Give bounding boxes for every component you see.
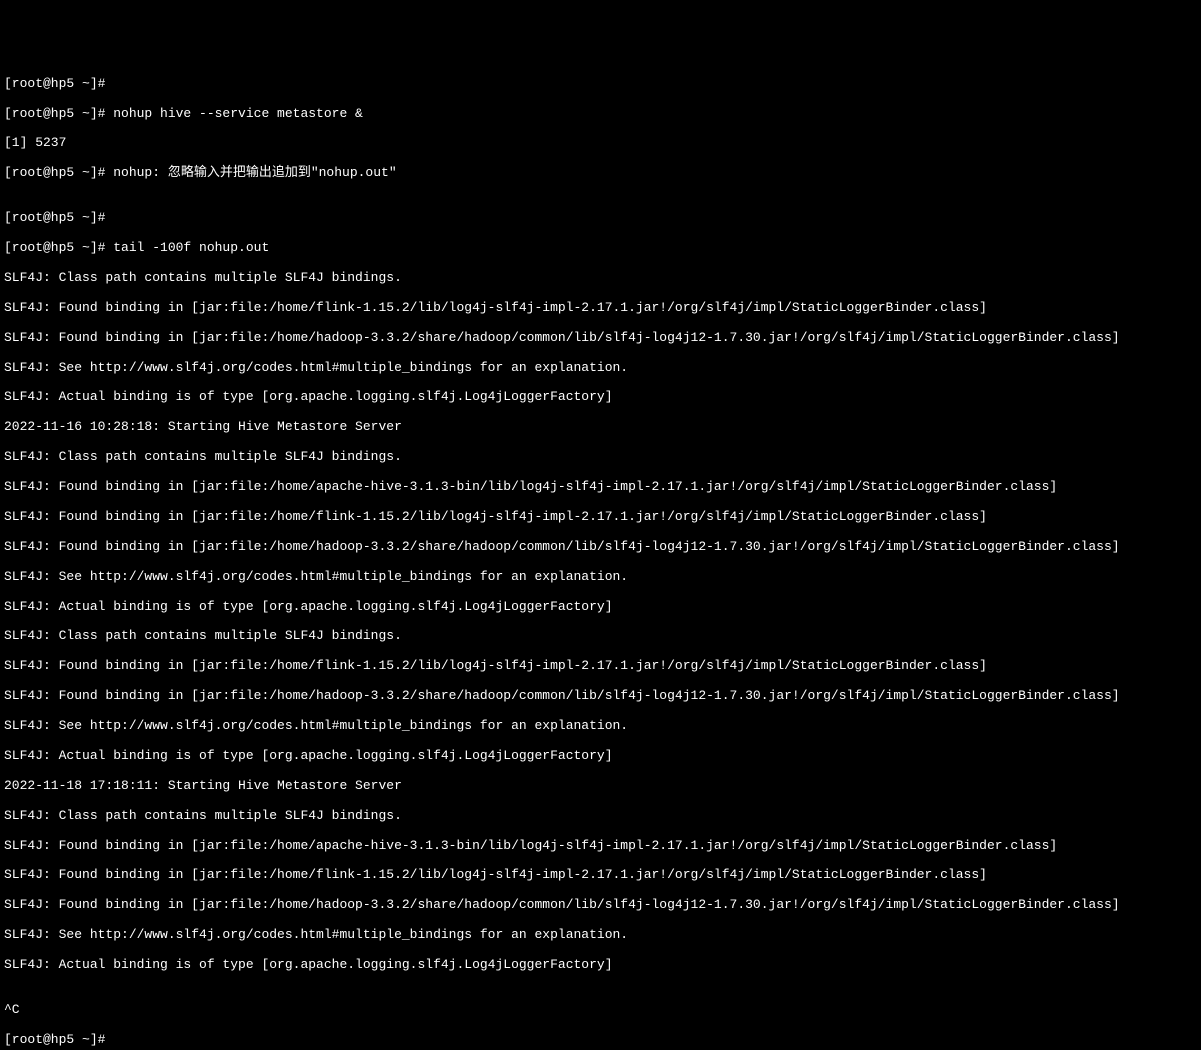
terminal-line: 2022-11-18 17:18:11: Starting Hive Metas…	[4, 779, 1197, 794]
terminal-line: SLF4J: Class path contains multiple SLF4…	[4, 809, 1197, 824]
terminal-line: SLF4J: Found binding in [jar:file:/home/…	[4, 689, 1197, 704]
terminal-output[interactable]: [root@hp5 ~]# [root@hp5 ~]# nohup hive -…	[4, 62, 1197, 1050]
terminal-line: [1] 5237	[4, 136, 1197, 151]
terminal-line: [root@hp5 ~]#	[4, 211, 1197, 226]
terminal-line: SLF4J: See http://www.slf4j.org/codes.ht…	[4, 570, 1197, 585]
terminal-line: SLF4J: Found binding in [jar:file:/home/…	[4, 839, 1197, 854]
terminal-line: 2022-11-16 10:28:18: Starting Hive Metas…	[4, 420, 1197, 435]
terminal-line: SLF4J: See http://www.slf4j.org/codes.ht…	[4, 719, 1197, 734]
terminal-line: SLF4J: See http://www.slf4j.org/codes.ht…	[4, 361, 1197, 376]
terminal-line: [root@hp5 ~]# tail -100f nohup.out	[4, 241, 1197, 256]
terminal-line: SLF4J: Found binding in [jar:file:/home/…	[4, 659, 1197, 674]
terminal-line: [root@hp5 ~]# nohup: 忽略输入并把输出追加到"nohup.o…	[4, 166, 1197, 181]
terminal-line: SLF4J: Actual binding is of type [org.ap…	[4, 390, 1197, 405]
terminal-line: SLF4J: See http://www.slf4j.org/codes.ht…	[4, 928, 1197, 943]
terminal-line: [root@hp5 ~]#	[4, 1033, 1197, 1048]
terminal-line: SLF4J: Actual binding is of type [org.ap…	[4, 749, 1197, 764]
terminal-line: [root@hp5 ~]# nohup hive --service metas…	[4, 107, 1197, 122]
terminal-line: SLF4J: Found binding in [jar:file:/home/…	[4, 898, 1197, 913]
terminal-line: SLF4J: Class path contains multiple SLF4…	[4, 271, 1197, 286]
terminal-line: [root@hp5 ~]#	[4, 77, 1197, 92]
terminal-line: SLF4J: Found binding in [jar:file:/home/…	[4, 301, 1197, 316]
terminal-line: SLF4J: Found binding in [jar:file:/home/…	[4, 540, 1197, 555]
terminal-line: SLF4J: Actual binding is of type [org.ap…	[4, 958, 1197, 973]
terminal-line: ^C	[4, 1003, 1197, 1018]
terminal-line: SLF4J: Class path contains multiple SLF4…	[4, 450, 1197, 465]
terminal-line: SLF4J: Found binding in [jar:file:/home/…	[4, 480, 1197, 495]
terminal-line: SLF4J: Found binding in [jar:file:/home/…	[4, 331, 1197, 346]
terminal-line: SLF4J: Class path contains multiple SLF4…	[4, 629, 1197, 644]
terminal-line: SLF4J: Found binding in [jar:file:/home/…	[4, 510, 1197, 525]
terminal-line: SLF4J: Actual binding is of type [org.ap…	[4, 600, 1197, 615]
terminal-line: SLF4J: Found binding in [jar:file:/home/…	[4, 868, 1197, 883]
